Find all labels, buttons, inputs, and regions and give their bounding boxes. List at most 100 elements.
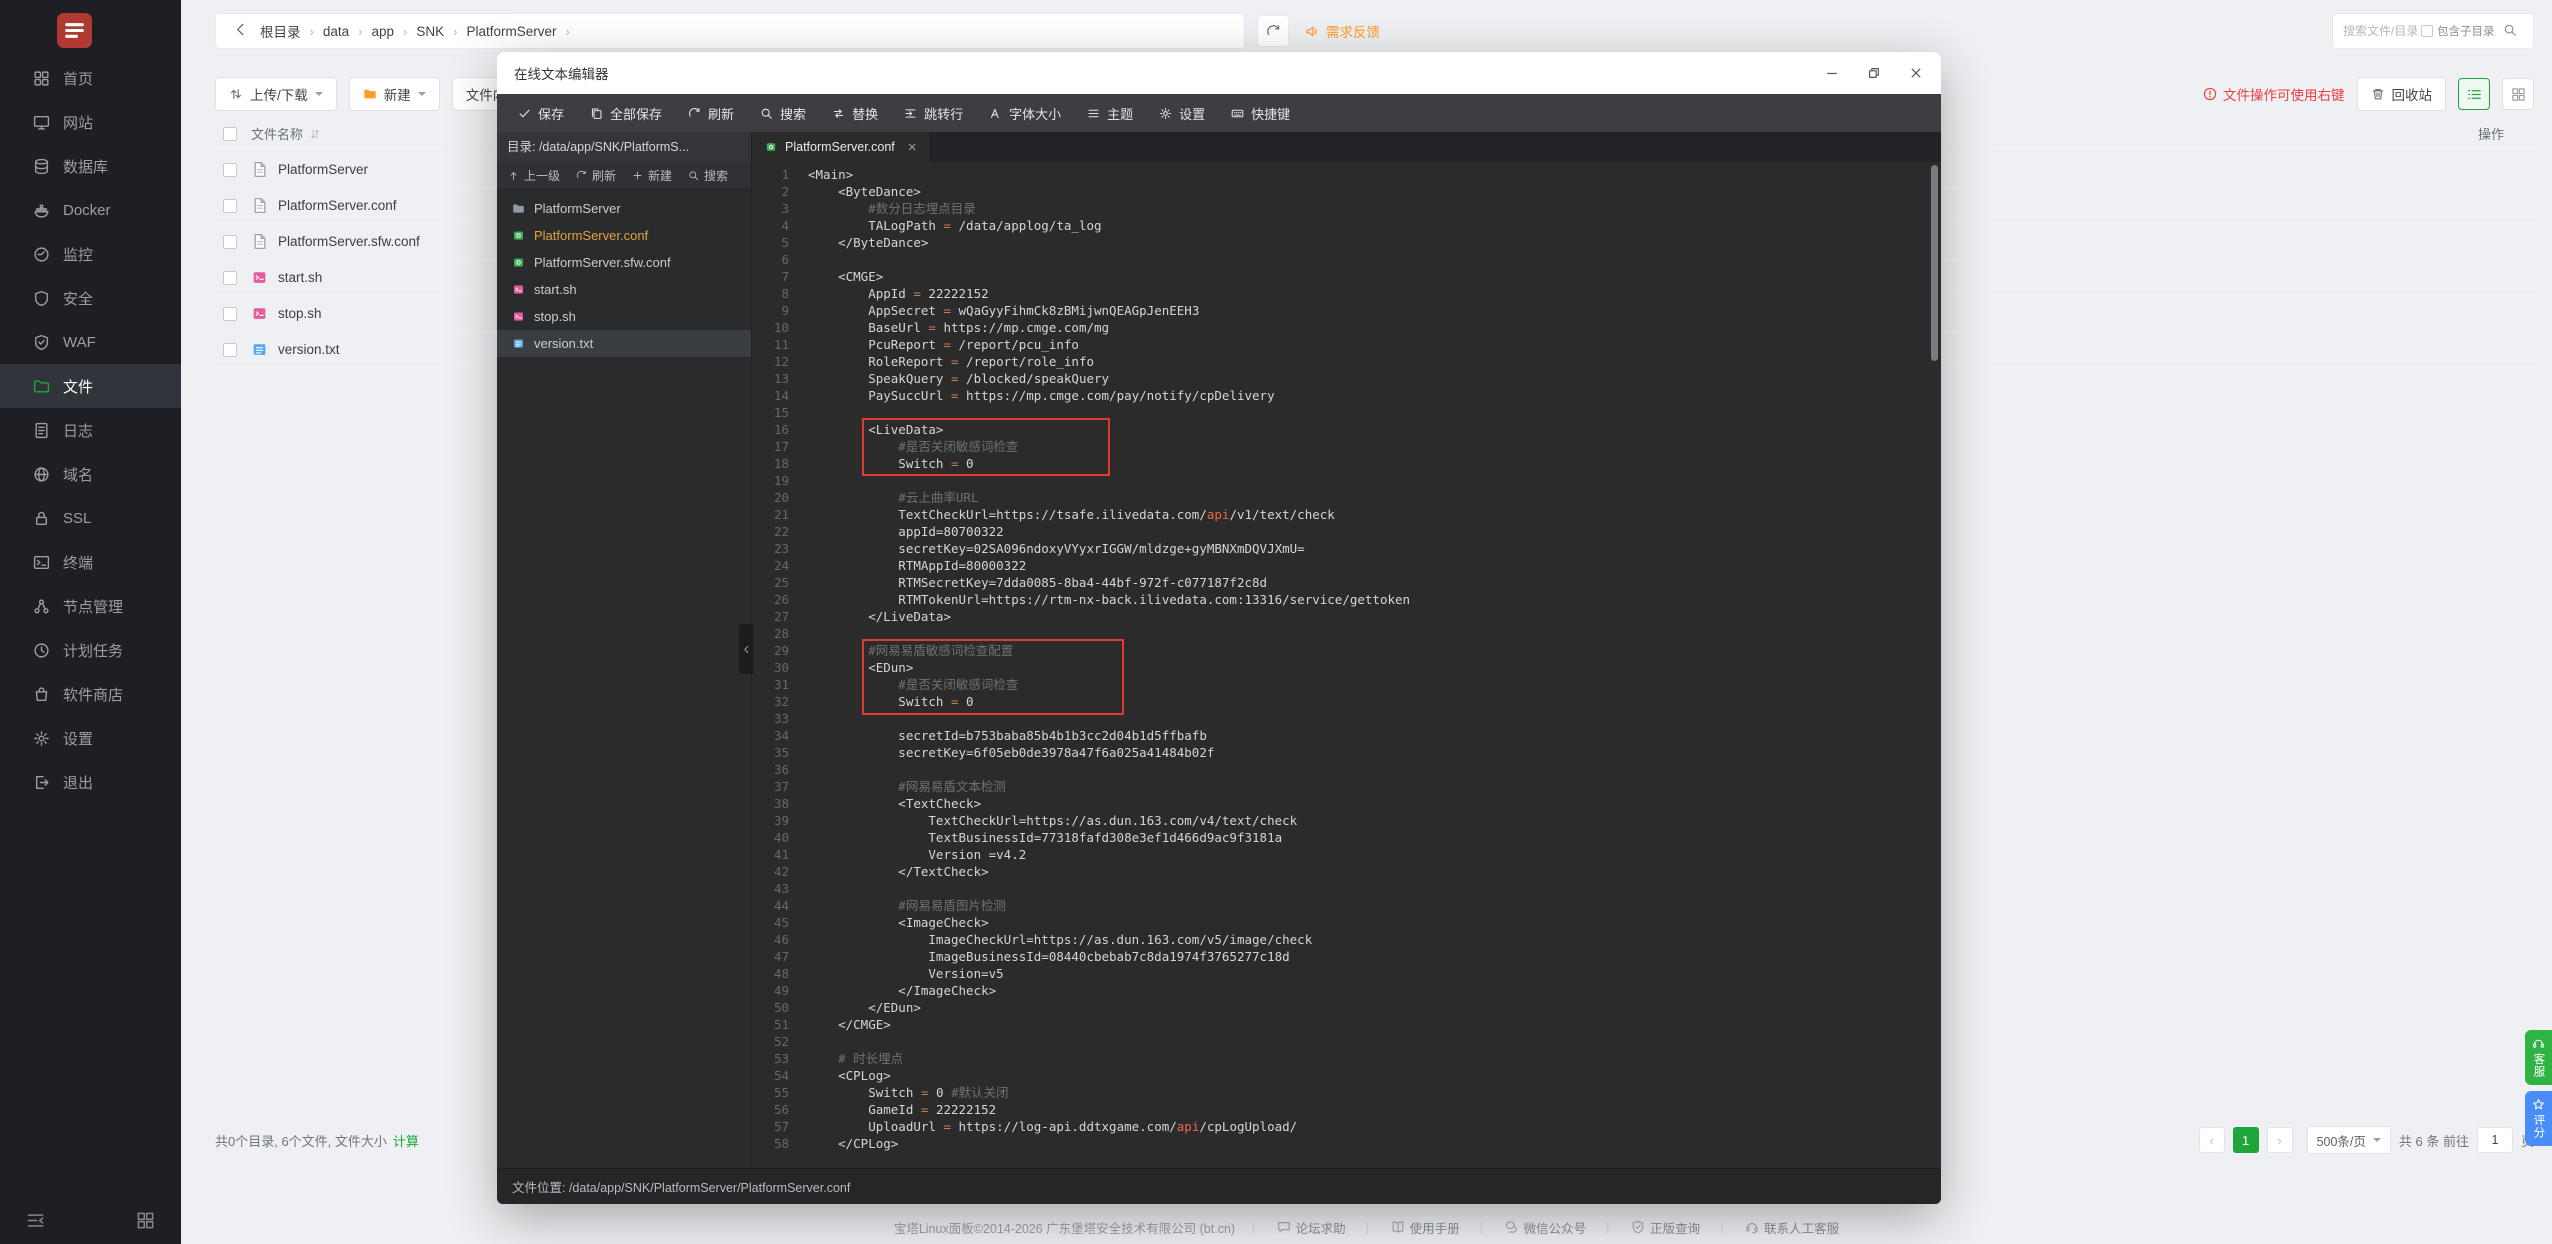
sidebar-item[interactable]: 域名 <box>0 452 181 496</box>
row-checkbox[interactable] <box>223 163 237 177</box>
editor-toolbar-button[interactable]: 跳转行 <box>891 94 976 132</box>
file-name[interactable]: stop.sh <box>278 306 322 321</box>
code-editor[interactable]: 1234567891011121314151617181920212223242… <box>752 162 1941 1168</box>
customer-service-button[interactable]: 客服 <box>2525 1030 2552 1085</box>
sidebar-item[interactable]: 节点管理 <box>0 584 181 628</box>
sidebar-item[interactable]: 计划任务 <box>0 628 181 672</box>
footer-link[interactable]: 微信公众号 <box>1463 1218 1586 1237</box>
tab-close-icon[interactable]: × <box>908 140 917 155</box>
prev-page-button[interactable]: ‹ <box>2199 1127 2225 1153</box>
breadcrumb-item[interactable]: data <box>323 24 349 39</box>
footer-link[interactable]: 联系人工客服 <box>1704 1218 1840 1237</box>
editor-scrollbar[interactable] <box>1931 165 1938 361</box>
grid-view-button[interactable] <box>2502 78 2534 110</box>
collapse-tree-button[interactable] <box>739 624 753 674</box>
tree-toolbar-button[interactable]: 刷新 <box>569 162 623 190</box>
goto-page-input[interactable] <box>2477 1127 2513 1153</box>
tree-toolbar-button[interactable]: 新建 <box>625 162 679 190</box>
tree-file[interactable]: stop.sh <box>497 303 751 330</box>
breadcrumb-item[interactable]: SNK <box>416 24 444 39</box>
sidebar-item[interactable]: 终端 <box>0 540 181 584</box>
store-icon <box>33 686 50 703</box>
editor-toolbar-button[interactable]: 主题 <box>1074 94 1146 132</box>
file-name[interactable]: PlatformServer.conf <box>278 198 397 213</box>
footer-link[interactable]: 使用手册 <box>1349 1218 1460 1237</box>
sidebar-item[interactable]: 监控 <box>0 232 181 276</box>
waf-icon <box>33 334 50 351</box>
editor-tab[interactable]: PlatformServer.conf × <box>752 132 931 162</box>
filename-header[interactable]: 文件名称 <box>251 124 303 143</box>
upload-download-button[interactable]: 上传/下载 <box>215 77 337 111</box>
breadcrumb-item[interactable]: app <box>371 24 394 39</box>
breadcrumb-item[interactable]: 根目录 <box>260 21 301 41</box>
footer-link[interactable]: 正版查询 <box>1590 1218 1701 1237</box>
include-subdir-checkbox[interactable]: 包含子目录 <box>2421 23 2495 39</box>
file-name[interactable]: PlatformServer.sfw.conf <box>278 234 420 249</box>
back-button[interactable] <box>226 17 254 45</box>
page-size-select[interactable]: 500条/页 <box>2307 1126 2391 1154</box>
sidebar-item[interactable]: 文件 <box>0 364 181 408</box>
sh-icon <box>512 283 525 296</box>
search-button[interactable] <box>2499 20 2521 42</box>
apps-grid-icon[interactable] <box>136 1211 155 1230</box>
tree-file[interactable]: start.sh <box>497 276 751 303</box>
sort-icon[interactable] <box>309 128 321 140</box>
tree-file[interactable]: version.txt <box>497 330 751 357</box>
tree-file[interactable]: PlatformServer.sfw.conf <box>497 249 751 276</box>
collapse-sidebar-icon[interactable] <box>26 1211 45 1230</box>
sidebar-item[interactable]: 设置 <box>0 716 181 760</box>
bt-logo[interactable] <box>57 13 92 48</box>
sidebar-item[interactable]: WAF <box>0 320 181 364</box>
editor-toolbar-button[interactable]: 刷新 <box>675 94 747 132</box>
minimize-button[interactable] <box>1811 52 1853 94</box>
code-content[interactable]: <Main> <ByteDance> #数分日志埋点目录 TALogPath =… <box>798 162 1941 1168</box>
tree-file[interactable]: PlatformServer.conf <box>497 222 751 249</box>
sidebar-item[interactable]: 日志 <box>0 408 181 452</box>
editor-toolbar-button[interactable]: 设置 <box>1146 94 1218 132</box>
feedback-link[interactable]: 需求反馈 <box>1305 21 1380 41</box>
maximize-button[interactable] <box>1853 52 1895 94</box>
log-icon <box>33 422 50 439</box>
tree-toolbar-button[interactable]: 搜索 <box>681 162 735 190</box>
sidebar-item[interactable]: SSL <box>0 496 181 540</box>
sidebar-item[interactable]: 退出 <box>0 760 181 804</box>
editor-toolbar-button[interactable]: 字体大小 <box>976 94 1074 132</box>
row-checkbox[interactable] <box>223 343 237 357</box>
list-view-button[interactable] <box>2458 78 2490 110</box>
sidebar-item[interactable]: 安全 <box>0 276 181 320</box>
sidebar-item[interactable]: 网站 <box>0 100 181 144</box>
window-titlebar[interactable]: 在线文本编辑器 <box>497 52 1941 94</box>
tree-toolbar-button[interactable]: 上一级 <box>501 162 567 190</box>
breadcrumb-item[interactable]: PlatformServer <box>466 24 556 39</box>
sidebar-item[interactable]: Docker <box>0 188 181 232</box>
calc-size-link[interactable]: 计算 <box>393 1134 419 1149</box>
rate-button[interactable]: 评分 <box>2525 1091 2552 1146</box>
row-checkbox[interactable] <box>223 307 237 321</box>
domain-icon <box>33 466 50 483</box>
select-all-checkbox[interactable] <box>223 127 237 141</box>
row-checkbox[interactable] <box>223 235 237 249</box>
tree-file[interactable]: PlatformServer <box>497 195 751 222</box>
next-page-button[interactable]: › <box>2267 1127 2293 1153</box>
font-icon <box>989 107 1002 120</box>
editor-toolbar-button[interactable]: 替换 <box>819 94 891 132</box>
new-button[interactable]: 新建 <box>349 77 440 111</box>
recycle-bin-button[interactable]: 回收站 <box>2357 77 2447 111</box>
search-input[interactable] <box>2343 24 2417 38</box>
close-button[interactable] <box>1895 52 1937 94</box>
footer-link[interactable]: 论坛求助 <box>1235 1218 1346 1237</box>
sidebar-item[interactable]: 软件商店 <box>0 672 181 716</box>
row-checkbox[interactable] <box>223 199 237 213</box>
sidebar-item[interactable]: 数据库 <box>0 144 181 188</box>
editor-toolbar-button[interactable]: 保存 <box>505 94 577 132</box>
editor-toolbar-button[interactable]: 快捷键 <box>1218 94 1303 132</box>
editor-toolbar-button[interactable]: 全部保存 <box>577 94 675 132</box>
row-checkbox[interactable] <box>223 271 237 285</box>
refresh-button[interactable] <box>1257 15 1289 47</box>
file-name[interactable]: version.txt <box>278 342 340 357</box>
file-name[interactable]: start.sh <box>278 270 322 285</box>
sidebar-item[interactable]: 首页 <box>0 56 181 100</box>
editor-toolbar-button[interactable]: 搜索 <box>747 94 819 132</box>
current-page-button[interactable]: 1 <box>2233 1127 2259 1153</box>
file-name[interactable]: PlatformServer <box>278 162 368 177</box>
